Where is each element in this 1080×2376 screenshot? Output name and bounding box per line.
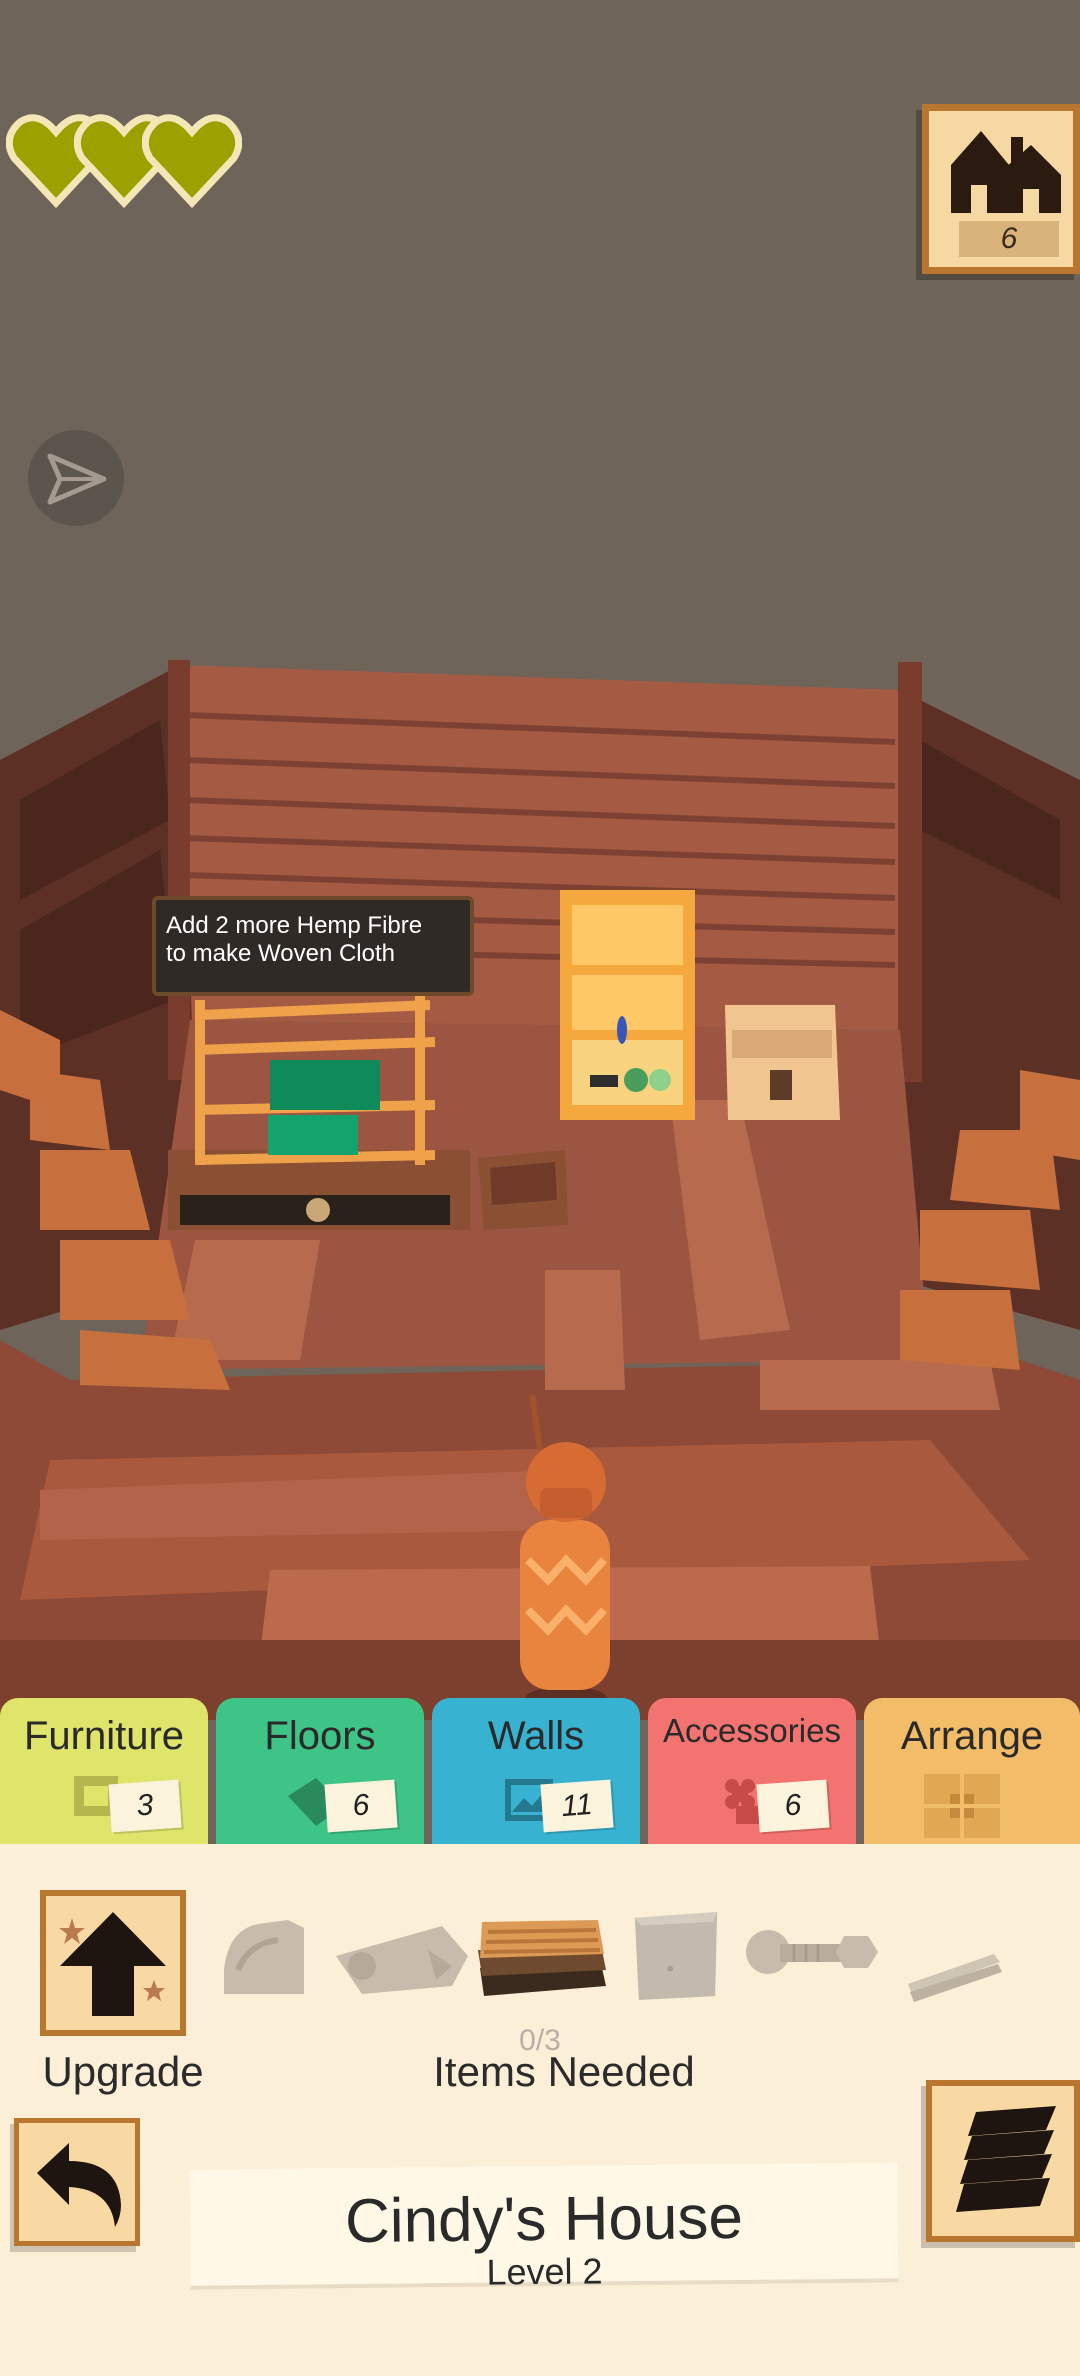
tab-count: 6: [324, 1779, 398, 1833]
house-name: Cindy's House: [344, 2182, 744, 2257]
hint-line-2: to make Woven Cloth: [166, 940, 395, 967]
hint-line-1: Add 2 more Hemp Fibre: [166, 912, 423, 939]
sticks-item[interactable]: [904, 1928, 1004, 2020]
items-needed-label: Items Needed: [433, 2048, 695, 2095]
tab-accessories[interactable]: Accessories 6: [648, 1698, 856, 1848]
craft-hint-board: Add 2 more Hemp Fibre to make Woven Clot…: [152, 896, 474, 996]
tab-count: 11: [540, 1779, 614, 1833]
wood-planks-item[interactable]: [472, 1912, 610, 2004]
send-button[interactable]: [28, 430, 124, 526]
send-icon: [47, 453, 107, 505]
arrow-up-icon: [59, 1912, 166, 2016]
arrange-grid-icon: [924, 1774, 1000, 1838]
tab-label: Accessories: [663, 1712, 841, 1749]
log-item[interactable]: [332, 1912, 472, 2004]
back-arrow-icon: [37, 2143, 121, 2227]
upgrade-label: Upgrade: [42, 2048, 204, 2095]
tab-furniture[interactable]: Furniture 3: [0, 1698, 208, 1848]
layers-icon: [956, 2106, 1056, 2212]
houses-button[interactable]: 6: [922, 104, 1080, 274]
house-icon: [951, 131, 1061, 213]
tab-label: Floors: [264, 1714, 376, 1758]
stone-slab-item[interactable]: [630, 1910, 722, 2002]
house-scene[interactable]: [0, 0, 1080, 1720]
tab-count: 6: [756, 1779, 830, 1833]
corner-trim-item[interactable]: [218, 1910, 310, 2002]
tab-label: Arrange: [900, 1714, 1044, 1758]
upgrade-button[interactable]: [40, 1890, 186, 2036]
house-count: 6: [959, 221, 1059, 257]
tab-walls[interactable]: Walls 11: [432, 1698, 640, 1848]
tab-label: Furniture: [23, 1714, 185, 1758]
house-name-card: Cindy's House Level 2: [189, 2162, 899, 2293]
tab-count: 3: [108, 1779, 182, 1833]
tab-arrange[interactable]: Arrange: [864, 1698, 1080, 1848]
back-button[interactable]: [14, 2118, 140, 2246]
layers-button[interactable]: [926, 2080, 1080, 2242]
heart-icon: [142, 114, 242, 208]
bolt-item[interactable]: [744, 1912, 884, 2004]
tab-floors[interactable]: Floors 6: [216, 1698, 424, 1848]
house-level: Level 2: [486, 2250, 603, 2293]
tab-label: Walls: [487, 1714, 585, 1758]
